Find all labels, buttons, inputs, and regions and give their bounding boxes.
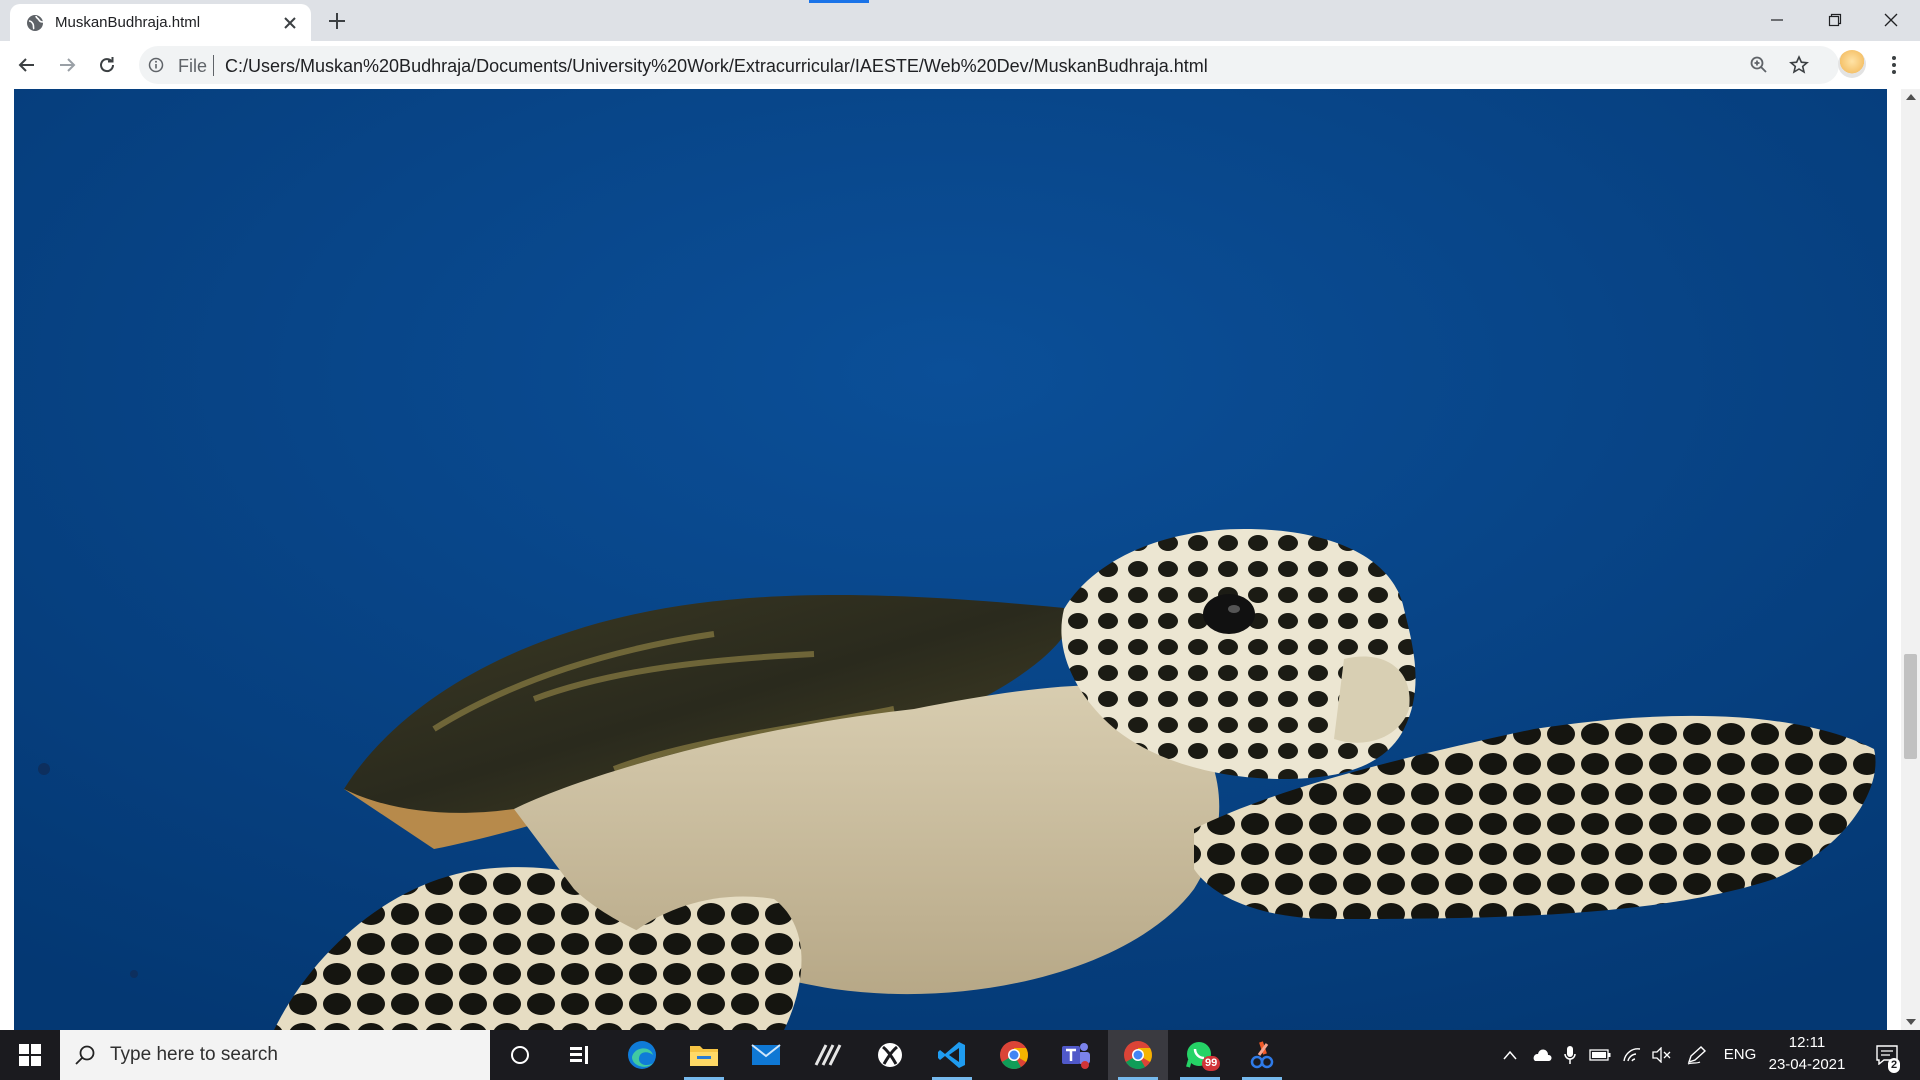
arrow-right-icon (60, 58, 76, 72)
show-hidden-icons-button[interactable] (1498, 1030, 1522, 1080)
battery-tray[interactable] (1586, 1030, 1614, 1080)
scheme-label: File (178, 56, 208, 76)
cortana-circle-icon (511, 1046, 529, 1064)
pen-icon (1687, 1046, 1707, 1065)
new-tab-plus-icon[interactable] (326, 10, 348, 32)
arrow-left-icon (18, 58, 34, 72)
vscode-icon (938, 1042, 965, 1068)
page-viewport (0, 89, 1920, 1030)
tab-title: MuskanBudhraja.html (55, 14, 201, 31)
chrome-app-active[interactable] (1108, 1030, 1168, 1080)
snip-sketch-app[interactable] (1232, 1030, 1292, 1080)
close-window-button[interactable] (1862, 0, 1920, 40)
scissors-icon (1250, 1041, 1274, 1069)
teams-app[interactable] (1046, 1030, 1106, 1080)
vscode-app[interactable] (922, 1030, 982, 1080)
pen-tray[interactable] (1682, 1030, 1712, 1080)
more-menu-icon[interactable] (1882, 53, 1906, 77)
taskbar-search[interactable]: Type here to search (60, 1030, 490, 1080)
slash-logo-icon (814, 1044, 842, 1066)
language-indicator[interactable]: ENG (1722, 1046, 1758, 1063)
chrome-app[interactable] (984, 1030, 1044, 1080)
close-tab-icon[interactable] (282, 15, 298, 31)
mail-app[interactable] (736, 1030, 796, 1080)
battery-icon (1589, 1049, 1611, 1061)
start-button[interactable] (0, 1030, 60, 1080)
mail-envelope-icon (751, 1044, 781, 1065)
minimize-button[interactable] (1748, 0, 1806, 40)
scroll-down-arrow[interactable] (1906, 1019, 1916, 1025)
restore-icon (1828, 13, 1842, 27)
page-scrollbar[interactable] (1901, 89, 1920, 1030)
slash-app[interactable] (798, 1030, 858, 1080)
cortana-button[interactable] (490, 1030, 550, 1080)
teams-icon (1062, 1043, 1090, 1069)
browser-tab[interactable]: MuskanBudhraja.html (10, 4, 311, 41)
whatsapp-app[interactable]: 99 (1170, 1030, 1230, 1080)
edge-app[interactable] (612, 1030, 672, 1080)
clock-time[interactable]: 12:11 (1766, 1034, 1848, 1051)
forward-button[interactable] (53, 51, 81, 79)
windows-logo-icon (19, 1044, 41, 1066)
close-icon (1884, 13, 1898, 27)
profile-avatar[interactable] (1838, 50, 1866, 78)
clock-date[interactable]: 23-04-2021 (1766, 1056, 1848, 1073)
edge-icon (628, 1041, 656, 1069)
reload-icon (100, 57, 115, 73)
xbox-app[interactable] (860, 1030, 920, 1080)
turtle-photo (14, 89, 1887, 1030)
volume-muted-icon (1652, 1047, 1671, 1063)
chevron-up-icon (1503, 1050, 1517, 1060)
wifi-icon (1623, 1048, 1641, 1062)
address-bar[interactable]: File C:/Users/Muskan%20Budhraja/Document… (139, 46, 1839, 84)
chrome-icon (1124, 1041, 1152, 1069)
reload-button[interactable] (93, 51, 121, 79)
bookmark-star-icon[interactable] (1789, 55, 1809, 75)
whatsapp-badge: 99 (1202, 1056, 1221, 1071)
volume-tray[interactable] (1648, 1030, 1676, 1080)
turtle-illustration (14, 89, 1887, 1030)
task-view-button[interactable] (550, 1030, 610, 1080)
folder-icon (690, 1046, 718, 1066)
microphone-icon (1564, 1046, 1576, 1064)
search-icon (75, 1045, 95, 1065)
windows-taskbar: Type here to search 99 ENG 12:11 23-04-2… (0, 1030, 1920, 1080)
task-view-icon (570, 1046, 588, 1064)
notification-count: 2 (1888, 1058, 1901, 1073)
file-explorer-app[interactable] (674, 1030, 734, 1080)
minimize-icon (1771, 19, 1783, 21)
notification-center-button[interactable]: 2 (1866, 1030, 1908, 1080)
loading-indicator (809, 0, 869, 3)
scheme-separator (213, 55, 214, 76)
info-icon[interactable] (148, 57, 164, 73)
onedrive-tray[interactable] (1528, 1030, 1554, 1080)
browser-toolbar: File C:/Users/Muskan%20Budhraja/Document… (0, 41, 1920, 90)
scroll-up-arrow[interactable] (1906, 94, 1916, 100)
zoom-icon[interactable] (1749, 55, 1769, 75)
cloud-icon (1533, 1049, 1552, 1061)
restore-button[interactable] (1806, 0, 1864, 40)
scroll-thumb[interactable] (1904, 654, 1917, 759)
search-placeholder: Type here to search (110, 1044, 278, 1065)
wifi-tray[interactable] (1618, 1030, 1646, 1080)
chrome-icon (1000, 1041, 1028, 1069)
back-button[interactable] (13, 51, 41, 79)
xbox-icon (878, 1043, 902, 1067)
globe-icon (27, 15, 44, 31)
url-text[interactable]: C:/Users/Muskan%20Budhraja/Documents/Uni… (225, 56, 1208, 77)
tab-strip: MuskanBudhraja.html (0, 0, 1920, 41)
microphone-tray[interactable] (1558, 1030, 1582, 1080)
